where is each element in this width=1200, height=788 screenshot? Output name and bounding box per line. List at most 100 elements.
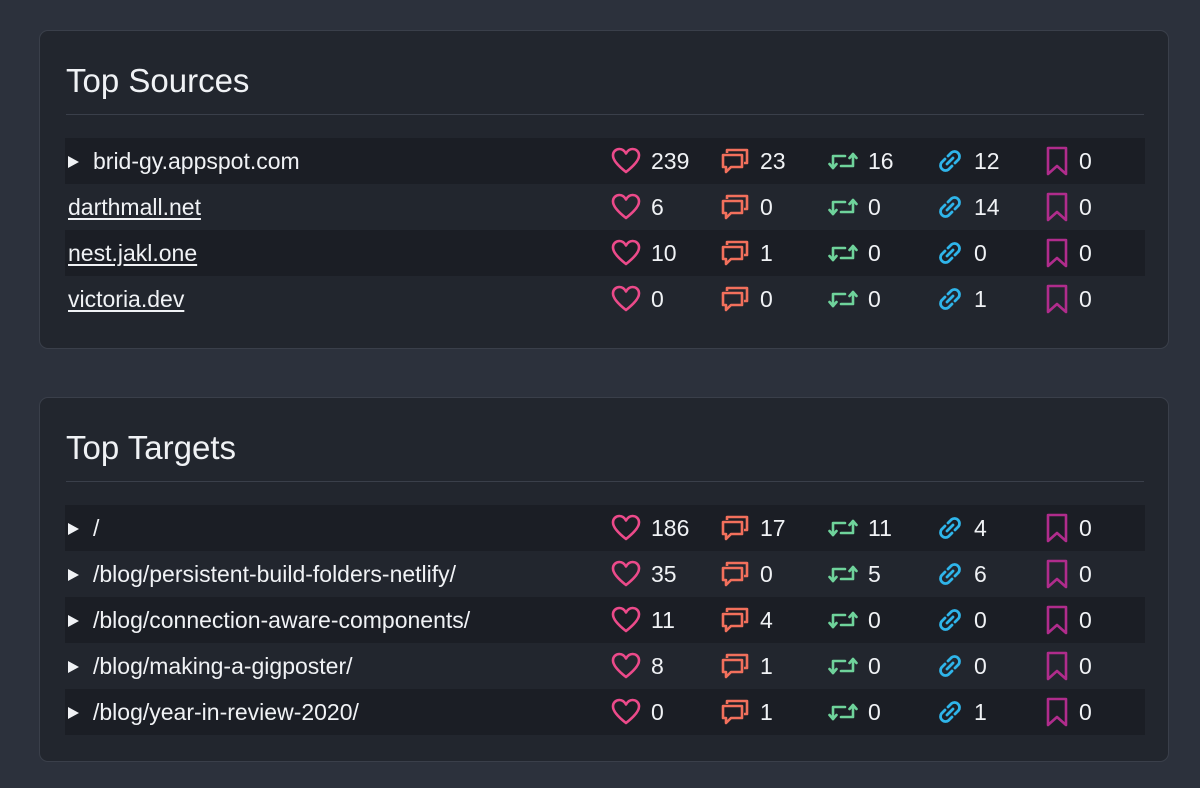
speech-bubbles-icon	[720, 192, 750, 222]
speech-bubbles-icon	[720, 513, 750, 543]
disclosure-triangle-icon[interactable]	[68, 523, 79, 535]
likes-stat: 0	[611, 276, 664, 322]
target-row[interactable]: / 186 17 11 4 0	[65, 505, 1145, 551]
heart-icon	[611, 193, 641, 221]
target-row[interactable]: /blog/persistent-build-folders-netlify/3…	[65, 551, 1145, 597]
link-icon	[936, 698, 964, 726]
likes-stat: 10	[611, 230, 677, 276]
bookmark-icon	[1045, 513, 1069, 543]
replies-stat: 1	[720, 689, 773, 735]
bookmarks-count: 0	[1079, 698, 1092, 725]
speech-bubbles-icon	[720, 651, 750, 681]
likes-count: 0	[651, 285, 664, 312]
disclosure-triangle-icon[interactable]	[68, 661, 79, 673]
likes-stat: 186	[611, 505, 689, 551]
source-row: nest.jakl.one 10 1 0 0 0	[65, 230, 1145, 276]
reposts-count: 16	[868, 147, 894, 174]
bookmark-icon	[1045, 238, 1069, 268]
bookmarks-count: 0	[1079, 239, 1092, 266]
speech-bubbles-icon	[720, 284, 750, 314]
bookmarks-stat: 0	[1045, 138, 1092, 184]
replies-stat: 0	[720, 184, 773, 230]
likes-stat: 11	[611, 597, 675, 643]
link-icon	[936, 514, 964, 542]
link-icon	[936, 652, 964, 680]
row-name: /blog/persistent-build-folders-netlify/	[68, 551, 456, 597]
reposts-stat: 16	[828, 138, 894, 184]
mentions-stat: 4	[936, 505, 987, 551]
target-row[interactable]: /blog/connection-aware-components/11 4 0 0 0	[65, 597, 1145, 643]
row-label[interactable]: /	[93, 515, 99, 541]
mentions-stat: 0	[936, 597, 987, 643]
repost-icon	[828, 653, 858, 679]
replies-stat: 0	[720, 551, 773, 597]
targets-list: /186 17 11 4 0/blog/persistent-build-folders…	[65, 505, 1145, 735]
row-name: /blog/making-a-gigposter/	[68, 643, 353, 689]
bookmarks-stat: 0	[1045, 597, 1092, 643]
row-label[interactable]: /blog/connection-aware-components/	[93, 607, 470, 633]
replies-stat: 17	[720, 505, 786, 551]
bookmark-icon	[1045, 192, 1069, 222]
mentions-stat: 0	[936, 230, 987, 276]
repost-icon	[828, 699, 858, 725]
reposts-stat: 5	[828, 551, 881, 597]
disclosure-triangle-icon[interactable]	[68, 707, 79, 719]
row-label[interactable]: /blog/year-in-review-2020/	[93, 699, 359, 725]
link-icon	[936, 193, 964, 221]
heart-icon	[611, 560, 641, 588]
row-label[interactable]: /blog/making-a-gigposter/	[93, 653, 353, 679]
reposts-count: 0	[868, 606, 881, 633]
likes-count: 6	[651, 193, 664, 220]
heart-icon	[611, 652, 641, 680]
bookmarks-count: 0	[1079, 285, 1092, 312]
likes-count: 8	[651, 652, 664, 679]
reposts-stat: 0	[828, 689, 881, 735]
bookmarks-stat: 0	[1045, 276, 1092, 322]
row-name: brid-gy.appspot.com	[68, 138, 300, 184]
replies-count: 23	[760, 147, 786, 174]
target-row[interactable]: /blog/year-in-review-2020/0 1 0 1 0	[65, 689, 1145, 735]
row-label[interactable]: /blog/persistent-build-folders-netlify/	[93, 561, 456, 587]
replies-count: 1	[760, 239, 773, 266]
source-row: victoria.dev 0 0 0 1 0	[65, 276, 1145, 322]
bookmark-icon	[1045, 697, 1069, 727]
mentions-stat: 1	[936, 276, 987, 322]
replies-count: 0	[760, 193, 773, 220]
bookmarks-stat: 0	[1045, 643, 1092, 689]
replies-count: 0	[760, 285, 773, 312]
repost-icon	[828, 286, 858, 312]
row-link[interactable]: victoria.dev	[68, 286, 184, 312]
mentions-stat: 0	[936, 643, 987, 689]
panel-title: Top Targets	[66, 429, 236, 466]
likes-count: 11	[651, 606, 675, 633]
replies-stat: 1	[720, 643, 773, 689]
disclosure-triangle-icon[interactable]	[68, 615, 79, 627]
reposts-count: 0	[868, 698, 881, 725]
likes-count: 186	[651, 514, 690, 541]
heart-icon	[611, 285, 641, 313]
speech-bubbles-icon	[720, 146, 750, 176]
source-row[interactable]: brid-gy.appspot.com 239 23 16 12 0	[65, 138, 1145, 184]
bookmarks-stat: 0	[1045, 505, 1092, 551]
panel-title: Top Sources	[66, 62, 250, 99]
target-row[interactable]: /blog/making-a-gigposter/8 1 0 0 0	[65, 643, 1145, 689]
source-row: darthmall.net 6 0 0 14 0	[65, 184, 1145, 230]
disclosure-triangle-icon[interactable]	[68, 156, 79, 168]
link-icon	[936, 147, 964, 175]
divider	[66, 481, 1144, 482]
likes-stat: 0	[611, 689, 664, 735]
likes-count: 239	[651, 147, 690, 174]
repost-icon	[828, 607, 858, 633]
mentions-count: 12	[974, 147, 1000, 174]
bookmarks-count: 0	[1079, 514, 1092, 541]
replies-count: 1	[760, 698, 773, 725]
heart-icon	[611, 606, 641, 634]
repost-icon	[828, 148, 858, 174]
row-link[interactable]: nest.jakl.one	[68, 240, 197, 266]
bookmarks-count: 0	[1079, 147, 1092, 174]
replies-stat: 1	[720, 230, 773, 276]
disclosure-triangle-icon[interactable]	[68, 569, 79, 581]
row-label[interactable]: brid-gy.appspot.com	[93, 148, 300, 174]
mentions-count: 1	[974, 698, 987, 725]
row-link[interactable]: darthmall.net	[68, 194, 201, 220]
